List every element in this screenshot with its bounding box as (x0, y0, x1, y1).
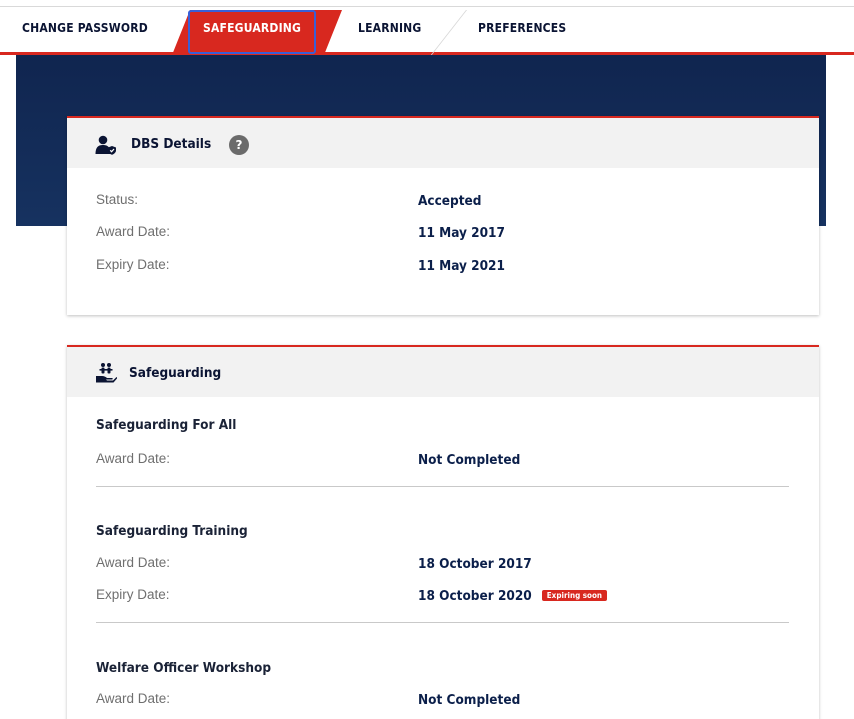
course-name: Welfare Officer Workshop (96, 660, 272, 676)
tab-learning[interactable]: LEARNING (358, 21, 421, 35)
course-expiry-row: Expiry Date: 18 October 2020 Expiring soo… (96, 587, 796, 609)
course-divider (96, 622, 789, 623)
top-divider (0, 6, 854, 7)
award-date-label: Award Date: (96, 224, 171, 239)
help-icon[interactable]: ? (229, 135, 249, 155)
award-date-value: 11 May 2017 (418, 225, 505, 241)
award-date-label: Award Date: (96, 691, 171, 706)
expiry-date-label: Expiry Date: (96, 587, 170, 602)
award-date-value: Not Completed (418, 452, 521, 468)
dbs-card-title: DBS Details (131, 136, 212, 152)
expiry-date-text: 18 October 2020 (418, 588, 532, 604)
expiry-date-value: 18 October 2020 Expiring soon (418, 588, 608, 604)
dbs-expiry-row: Expiry Date: 11 May 2021 (96, 257, 796, 279)
safeguarding-card: Safeguarding Safeguarding For All Award … (67, 345, 819, 719)
course-award-row: Award Date: Not Completed (96, 691, 796, 713)
course-divider (96, 486, 789, 487)
course-name: Safeguarding For All (96, 417, 237, 433)
expiring-soon-badge: Expiring soon (541, 590, 608, 601)
award-date-value: 18 October 2017 (418, 556, 532, 572)
award-date-label: Award Date: (96, 451, 171, 466)
dbs-award-row: Award Date: 11 May 2017 (96, 224, 796, 246)
hand-people-icon (96, 363, 117, 383)
tab-safeguarding[interactable]: SAFEGUARDING (203, 21, 301, 35)
tab-separator (430, 10, 467, 55)
tab-preferences[interactable]: PREFERENCES (478, 21, 566, 35)
tab-change-password[interactable]: CHANGE PASSWORD (22, 21, 148, 35)
expiry-date-value: 11 May 2021 (418, 258, 505, 274)
dbs-card-header: DBS Details ? (67, 118, 819, 168)
expiry-date-label: Expiry Date: (96, 257, 170, 272)
course-name: Safeguarding Training (96, 523, 248, 539)
user-shield-icon (95, 135, 116, 155)
award-date-label: Award Date: (96, 555, 171, 570)
dbs-details-card: DBS Details ? Status: Accepted Award Dat… (67, 116, 819, 315)
tab-bar: CHANGE PASSWORD SAFEGUARDING LEARNING PR… (0, 0, 854, 55)
status-label: Status: (96, 192, 139, 207)
award-date-value: Not Completed (418, 692, 521, 708)
course-award-row: Award Date: Not Completed (96, 451, 796, 473)
safeguarding-card-title: Safeguarding (129, 365, 222, 381)
course-award-row: Award Date: 18 October 2017 (96, 555, 796, 577)
safeguarding-card-header: Safeguarding (67, 347, 819, 397)
status-value: Accepted (418, 193, 482, 209)
dbs-status-row: Status: Accepted (96, 192, 796, 214)
